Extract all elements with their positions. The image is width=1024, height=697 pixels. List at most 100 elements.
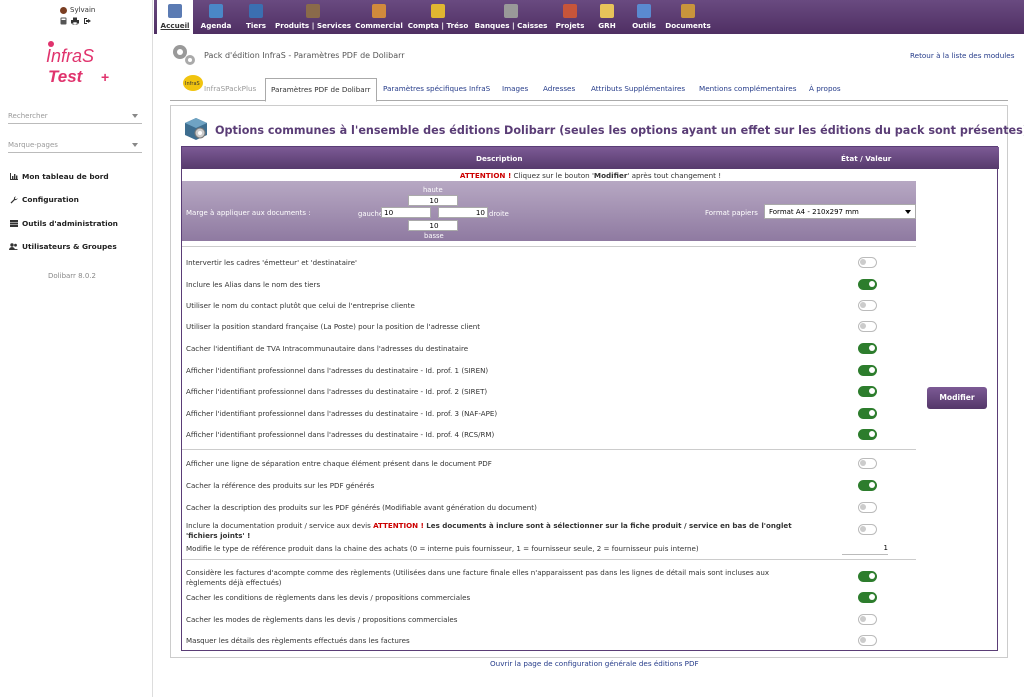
module-icon <box>504 4 518 18</box>
module-icon <box>168 4 182 18</box>
bar-chart-icon <box>9 173 18 181</box>
module-icon <box>306 4 320 18</box>
top-tab-produits-services[interactable]: Produits | Services <box>273 0 353 34</box>
module-icon <box>249 4 263 18</box>
gears-icon <box>173 45 195 65</box>
cube-settings-icon <box>185 118 207 140</box>
infras-logo: InfraS Test + <box>46 41 109 86</box>
search-select[interactable]: Rechercher <box>8 110 142 124</box>
option-label: Utiliser le nom du contact plutôt que ce… <box>186 301 415 310</box>
users-icon <box>9 243 18 251</box>
col-description: Description <box>476 154 523 163</box>
margin-bottom-input[interactable]: 10 <box>408 220 458 231</box>
margin-top-label: haute <box>423 186 443 194</box>
toggle-off-icon[interactable] <box>858 321 877 332</box>
margins-box: Marge à appliquer aux documents : haute … <box>182 181 916 241</box>
sidebar-item-users-groups[interactable]: Utilisateurs & Groupes <box>9 242 117 251</box>
print-icon[interactable] <box>71 17 79 25</box>
toggle-on-icon[interactable] <box>858 343 877 354</box>
back-to-modules-link[interactable]: Retour à la liste des modules <box>910 51 1014 60</box>
tab-infraspackplus[interactable]: InfraSPackPlus <box>204 84 256 93</box>
pdf-config-link[interactable]: Ouvrir la page de configuration générale… <box>490 659 699 668</box>
option-label: Modifie le type de référence produit dan… <box>186 544 699 553</box>
margin-right-input[interactable]: 10 <box>438 207 488 218</box>
tab-images[interactable]: Images <box>502 84 528 93</box>
user-info[interactable]: Sylvain <box>60 6 95 14</box>
toggle-off-icon[interactable] <box>858 458 877 469</box>
top-tab-accueil[interactable]: Accueil <box>157 0 193 34</box>
toggle-off-icon[interactable] <box>858 635 877 646</box>
calculator-icon[interactable] <box>59 17 67 25</box>
tab-about[interactable]: À propos <box>809 84 841 93</box>
section-title: Options communes à l'ensemble des éditio… <box>215 124 1024 137</box>
top-tab-tiers[interactable]: Tiers <box>239 0 273 34</box>
toggle-off-icon[interactable] <box>858 614 877 625</box>
option-label: Masquer les détails des règlements effec… <box>186 636 410 645</box>
sidebar-item-admin-tools[interactable]: Outils d'administration <box>9 219 118 228</box>
tab-extra-attributes[interactable]: Attributs Supplémentaires <box>591 84 685 93</box>
option-label: Afficher une ligne de séparation entre c… <box>186 459 492 468</box>
toggle-off-icon[interactable] <box>858 300 877 311</box>
option-label: Cacher les modes de règlements dans les … <box>186 615 458 624</box>
top-menu-bar: Accueil Agenda Tiers Produits | Services Com… <box>154 0 1024 34</box>
options-table: Description État / Valeur ATTENTION ! Cl… <box>181 146 999 651</box>
margin-left-input[interactable]: 10 <box>381 207 431 218</box>
row-separator <box>182 246 916 247</box>
tab-addresses[interactable]: Adresses <box>543 84 575 93</box>
row-separator <box>182 449 916 450</box>
wrench-icon <box>9 195 18 204</box>
tab-mentions[interactable]: Mentions complémentaires <box>699 84 796 93</box>
toggle-on-icon[interactable] <box>858 480 877 491</box>
top-tab-documents[interactable]: Documents <box>663 0 713 34</box>
version-label: Dolibarr 8.0.2 <box>48 272 96 280</box>
settings-tabs: InfraS InfraSPackPlus Paramètres PDF de … <box>170 74 1008 102</box>
sidebar-item-configuration[interactable]: Configuration <box>9 195 79 204</box>
module-icon <box>637 4 651 18</box>
toggle-on-icon[interactable] <box>858 592 877 603</box>
col-state-value: État / Valeur <box>841 154 892 163</box>
paper-format-select[interactable]: Format A4 - 210x297 mm <box>764 204 916 219</box>
toggle-off-icon[interactable] <box>858 502 877 513</box>
user-name: Sylvain <box>70 6 96 14</box>
module-icon <box>431 4 445 18</box>
logout-icon[interactable] <box>83 17 91 25</box>
sidebar-item-dashboard[interactable]: Mon tableau de bord <box>9 172 109 181</box>
toggle-on-icon[interactable] <box>858 571 877 582</box>
modify-button[interactable]: Modifier <box>927 387 987 409</box>
option-label: Afficher l'identifiant professionnel dan… <box>186 409 498 418</box>
toggle-on-icon[interactable] <box>858 365 877 376</box>
ref-type-input[interactable]: 1 <box>842 544 888 555</box>
option-label: Intervertir les cadres 'émetteur' et 'de… <box>186 258 357 267</box>
toggle-on-icon[interactable] <box>858 279 877 290</box>
toggle-on-icon[interactable] <box>858 386 877 397</box>
top-tab-grh[interactable]: GRH <box>589 0 625 34</box>
top-tab-projets[interactable]: Projets <box>551 0 589 34</box>
tab-infras-params[interactable]: Paramètres spécifiques InfraS <box>383 84 490 93</box>
option-label: Afficher l'identifiant professionnel dan… <box>186 430 495 439</box>
top-tab-compta-tr-so[interactable]: Compta | Tréso <box>405 0 471 34</box>
top-tab-commercial[interactable]: Commercial <box>353 0 405 34</box>
module-icon <box>600 4 614 18</box>
top-tab-banques-caisses[interactable]: Banques | Caisses <box>471 0 551 34</box>
attention-notice: ATTENTION ! Cliquez sur le bouton 'Modif… <box>459 171 722 180</box>
chevron-down-icon <box>132 143 138 147</box>
toggle-off-icon[interactable] <box>858 257 877 268</box>
paper-format-label: Format papiers <box>705 209 758 217</box>
svg-text:InfraS: InfraS <box>185 81 200 87</box>
chevron-down-icon <box>905 210 911 214</box>
toggle-on-icon[interactable] <box>858 408 877 419</box>
option-label: Cacher les conditions de règlements dans… <box>186 593 471 602</box>
top-tab-outils[interactable]: Outils <box>625 0 663 34</box>
svg-text:Test: Test <box>48 67 84 86</box>
margin-top-input[interactable]: 10 <box>408 195 458 206</box>
tab-pdf-params[interactable]: Paramètres PDF de Dolibarr <box>265 78 377 102</box>
option-label: Afficher l'identifiant professionnel dan… <box>186 387 488 396</box>
toggle-off-icon[interactable] <box>858 524 877 535</box>
option-label: Cacher la référence des produits sur les… <box>186 481 375 490</box>
toggle-on-icon[interactable] <box>858 429 877 440</box>
page-title: Pack d'édition InfraS - Paramètres PDF d… <box>204 51 405 60</box>
left-sidebar: Sylvain InfraS Test + Rechercher Marque-… <box>0 0 153 697</box>
bookmarks-select[interactable]: Marque-pages <box>8 139 142 153</box>
top-tab-agenda[interactable]: Agenda <box>193 0 239 34</box>
svg-text:+: + <box>101 69 109 85</box>
